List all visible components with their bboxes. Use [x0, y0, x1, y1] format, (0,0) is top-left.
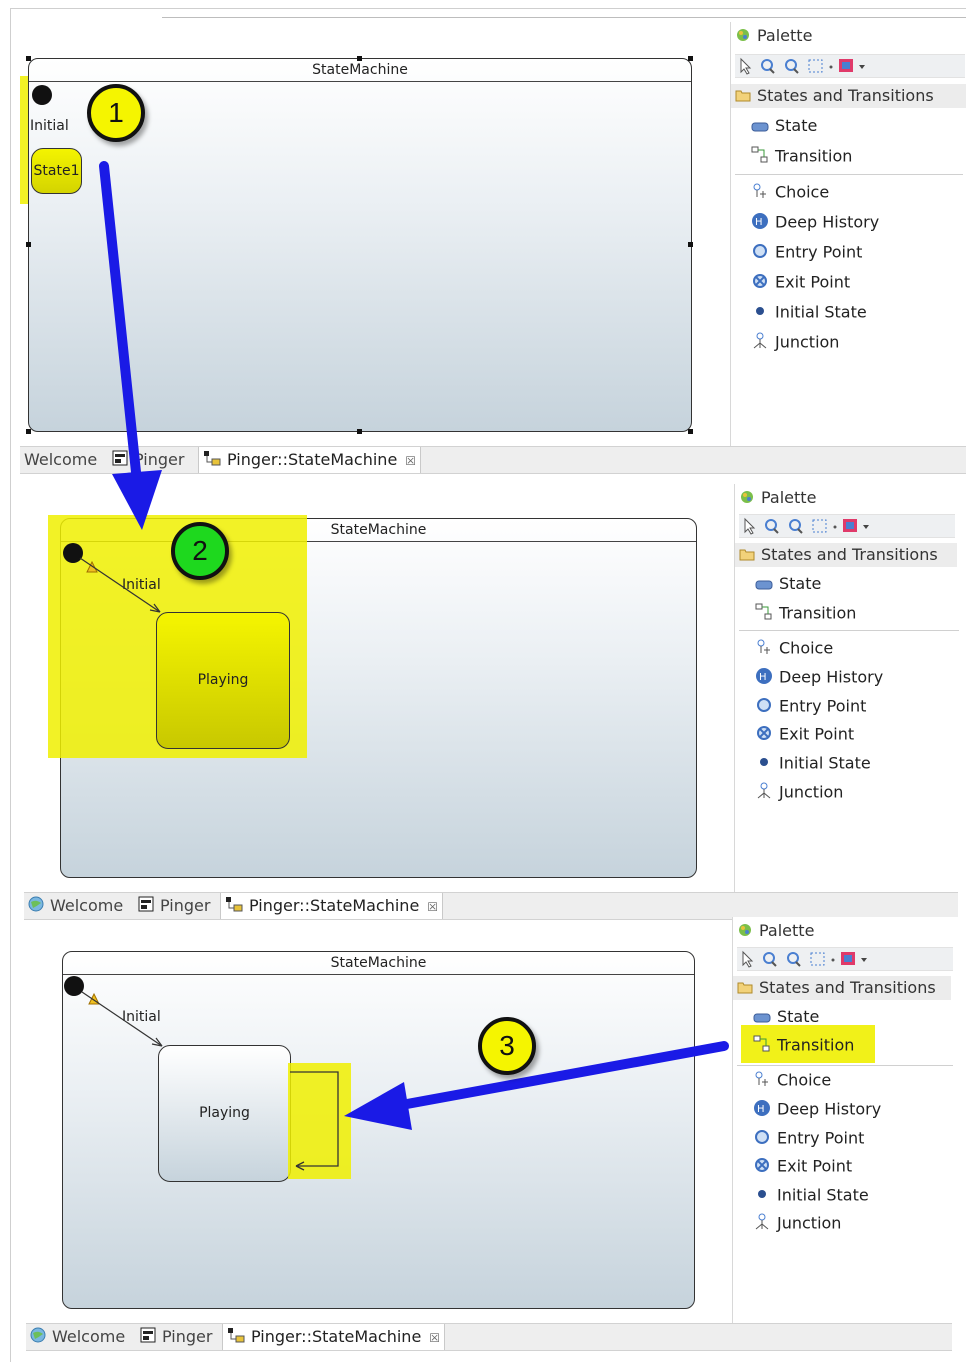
annotation-arrows: [99, 161, 729, 1130]
arrow-step-1-to-2: [99, 161, 141, 477]
arrowhead-step-2: [112, 470, 162, 530]
step-3-badge: 3: [478, 1017, 536, 1075]
step-2-badge: 2: [171, 522, 229, 580]
step-1-badge: 1: [87, 84, 145, 142]
arrowhead-step-3: [344, 1082, 412, 1130]
arrow-step-3: [391, 1041, 729, 1111]
